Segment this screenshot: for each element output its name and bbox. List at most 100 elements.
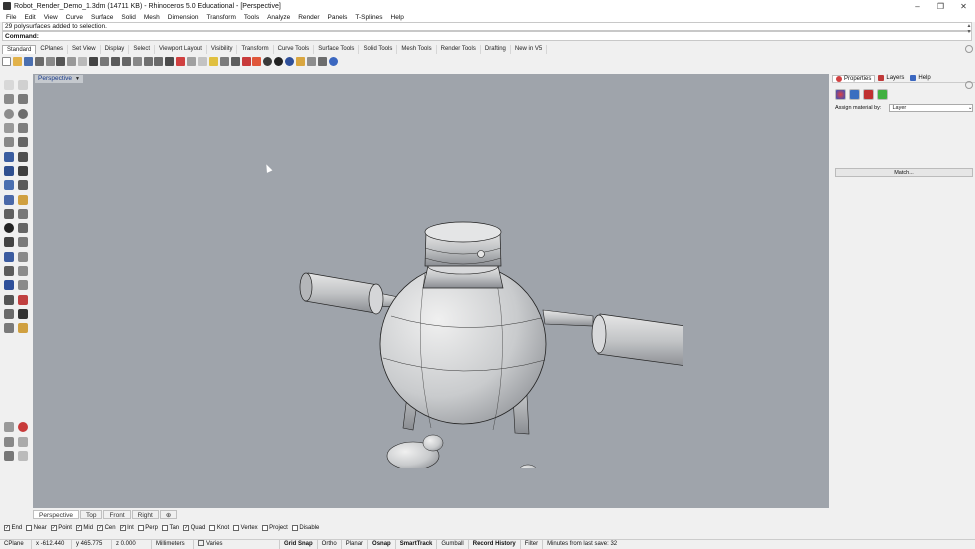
polygon-icon[interactable] [4,123,14,134]
panel-options-icon[interactable] [965,81,973,89]
osnap-cen-checkbox[interactable]: ✓ [97,524,104,531]
texture-mapping-icon[interactable] [877,89,888,100]
freeform-icon[interactable] [18,137,28,148]
fillet-icon[interactable] [18,194,28,205]
print-icon[interactable] [34,57,44,66]
tab-properties[interactable]: Properties [832,74,876,82]
object-properties-icon[interactable] [835,89,846,100]
tab-visibility[interactable]: Visibility [207,45,238,54]
help-icon[interactable] [328,57,338,66]
menu-dimension[interactable]: Dimension [164,14,203,21]
osnap-tan[interactable]: Tan [161,524,179,531]
zoom-selected-icon[interactable] [154,57,164,66]
analyze-icon[interactable] [4,280,14,291]
status-osnap[interactable]: Osnap [368,540,396,549]
menu-surface[interactable]: Surface [87,14,117,21]
osnap-mid[interactable]: ✓ Mid [75,524,93,531]
tab-surface-tools[interactable]: Surface Tools [314,45,360,54]
record-icon[interactable] [18,436,28,447]
osnap-end[interactable]: ✓ End [4,524,22,531]
lock-icon[interactable] [230,57,240,66]
status-cplane[interactable]: CPlane [0,540,32,549]
snap-icon[interactable] [4,436,14,447]
material-icon[interactable] [849,89,860,100]
tab-mesh-tools[interactable]: Mesh Tools [397,45,437,54]
measure-icon[interactable] [18,280,28,291]
match-button[interactable]: Match... [835,168,973,177]
left-arm-end[interactable] [368,283,384,315]
copy-icon[interactable] [67,57,77,66]
status-ortho[interactable]: Ortho [318,540,342,549]
select-arrow-icon[interactable] [4,80,14,91]
paste-icon[interactable] [78,57,88,66]
right-arm-end[interactable] [591,314,607,354]
osnap-vertex-checkbox[interactable] [233,524,240,531]
osnap-project-checkbox[interactable] [261,524,268,531]
menu-panels[interactable]: Panels [324,14,352,21]
menu-curve[interactable]: Curve [62,14,87,21]
osnap-cen[interactable]: ✓ Cen [97,524,116,531]
settings-gear-icon[interactable] [306,57,316,66]
status-smarttrack[interactable]: SmartTrack [396,540,438,549]
new-file-icon[interactable] [2,57,11,66]
osnap-point-checkbox[interactable]: ✓ [50,524,57,531]
restore-button[interactable]: ❐ [929,0,952,12]
arc-icon[interactable] [4,137,14,148]
left-toe[interactable] [422,434,444,452]
box-icon[interactable] [4,165,14,176]
osnap-tan-checkbox[interactable] [161,524,168,531]
osnap-end-checkbox[interactable]: ✓ [4,524,10,531]
osnap-disable-checkbox[interactable] [291,524,298,531]
viewport-tab-top[interactable]: Top [79,509,103,519]
tab-transform[interactable]: Transform [237,45,274,54]
tab-standard[interactable]: Standard [2,45,37,54]
tab-viewport-layout[interactable]: Viewport Layout [155,45,207,54]
macro-icon[interactable] [317,57,327,66]
tab-drafting[interactable]: Drafting [481,45,511,54]
properties-icon[interactable] [45,57,55,66]
tab-new-in-v5[interactable]: New in V5 [511,45,548,54]
osnap-perp[interactable]: Perp [137,524,158,531]
options-icon[interactable] [296,57,306,66]
render-icon[interactable] [285,57,295,66]
light-icon[interactable] [208,57,218,66]
viewport-tab-right[interactable]: Right [131,509,159,519]
cplane-tool-icon[interactable] [4,422,14,433]
array-icon[interactable] [4,266,14,276]
osnap-perp-checkbox[interactable] [137,524,144,531]
osnap-quad[interactable]: ✓ Quad [183,524,205,531]
osnap-vertex[interactable]: Vertex [233,524,258,531]
trim-icon[interactable] [4,208,14,219]
command-scroll-arrows[interactable]: ▲ ▼ [965,23,973,40]
viewport-title[interactable]: Perspective ▼ [35,75,83,83]
status-units[interactable]: Millimeters [152,540,194,549]
rotate-view-icon[interactable] [110,57,120,66]
zoom-icon[interactable] [121,57,131,66]
join-icon[interactable] [4,223,14,234]
move-icon[interactable] [18,237,28,248]
osnap-knot[interactable]: Knot [209,524,229,531]
right-toe[interactable] [518,464,538,468]
menu-help[interactable]: Help [387,14,408,21]
robot-head-top[interactable] [424,221,502,243]
osnap-int[interactable]: ✓ Int [119,524,134,531]
osnap-near[interactable]: Near [26,524,47,531]
osnap-quad-checkbox[interactable]: ✓ [183,524,190,531]
history-icon[interactable] [18,294,28,305]
menu-tools[interactable]: Tools [240,14,263,21]
status-planar[interactable]: Planar [342,540,369,549]
grid-icon[interactable] [198,57,208,66]
menu-solid[interactable]: Solid [117,14,139,21]
circle-icon[interactable] [4,108,14,119]
check-icon[interactable] [18,308,28,319]
tab-display[interactable]: Display [101,45,130,54]
split-icon[interactable] [18,208,28,219]
right-arm[interactable] [597,313,683,368]
menu-edit[interactable]: Edit [20,14,39,21]
zoom-window-icon[interactable] [132,57,142,66]
light-properties-icon[interactable] [863,89,874,100]
tab-select[interactable]: Select [129,45,155,54]
view-tool-icon[interactable] [4,451,14,462]
menu-mesh[interactable]: Mesh [140,14,164,21]
cloud-icon[interactable] [4,323,14,334]
